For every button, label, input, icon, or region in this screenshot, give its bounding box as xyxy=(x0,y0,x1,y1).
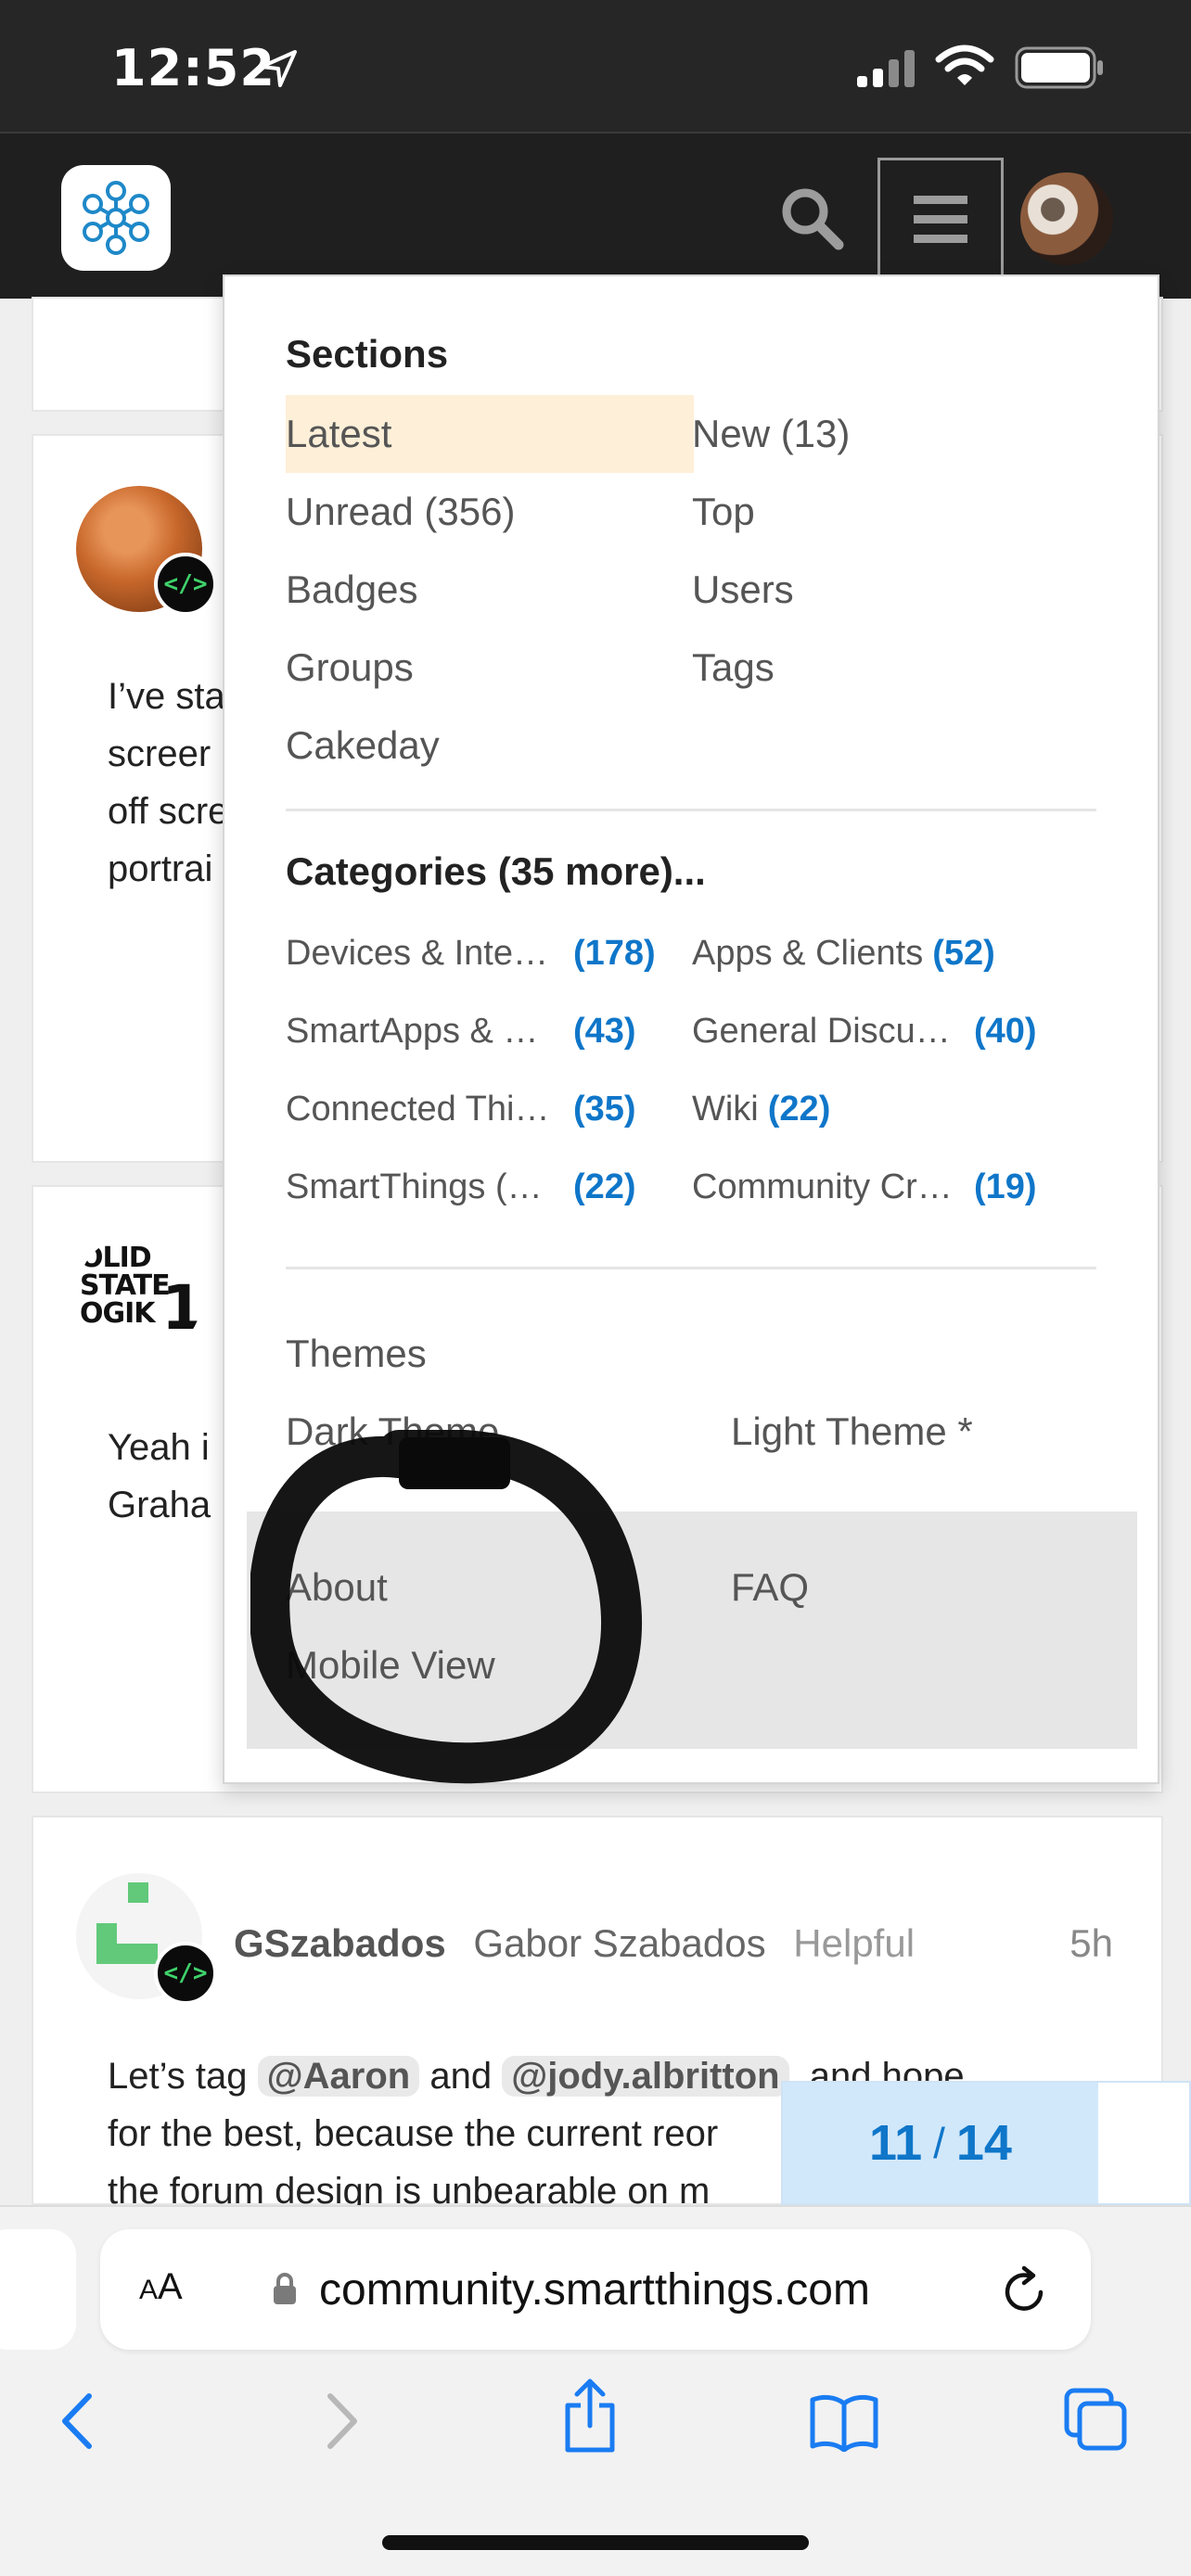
category-count: (52) xyxy=(932,934,995,973)
light-theme-link[interactable]: Light Theme * xyxy=(731,1393,973,1471)
category-count: (43) xyxy=(573,1012,636,1051)
category-name: Wiki xyxy=(692,1090,759,1129)
home-indicator[interactable] xyxy=(382,2535,809,2550)
timeline-separator: / xyxy=(933,2119,945,2167)
category-name: Connected Thi… xyxy=(286,1090,550,1129)
category-link[interactable]: SmartApps & … (43) xyxy=(286,1003,636,1059)
nav-link-unread[interactable]: Unread (356) xyxy=(286,473,515,551)
post-time[interactable]: 5h xyxy=(1069,1921,1113,1966)
category-link[interactable]: Community Cr… (19) xyxy=(692,1159,1037,1215)
nav-link-latest[interactable]: Latest xyxy=(286,395,694,473)
post-meta: GSzabados Gabor Szabados Helpful xyxy=(234,1921,915,1966)
user-avatar[interactable] xyxy=(1020,172,1113,265)
category-count: (178) xyxy=(573,934,656,973)
category-link[interactable]: Apps & Clients (52) xyxy=(692,925,995,981)
category-link[interactable]: Wiki (22) xyxy=(692,1081,830,1137)
category-name: SmartApps & … xyxy=(286,1012,539,1051)
timeline-total: 14 xyxy=(955,2115,1012,2171)
back-icon[interactable] xyxy=(58,2389,98,2454)
category-link[interactable]: Connected Thi… (35) xyxy=(286,1081,636,1137)
hamburger-menu-icon xyxy=(914,196,967,243)
category-link[interactable]: SmartThings (… (22) xyxy=(286,1159,636,1215)
url-text[interactable]: community.smartthings.com xyxy=(319,2264,870,2315)
post-username[interactable]: GSzabados xyxy=(234,1921,446,1965)
categories-heading[interactable]: Categories (35 more)... xyxy=(286,849,706,894)
post-user-title: Helpful xyxy=(793,1921,916,1965)
nav-link-users[interactable]: Users xyxy=(692,551,794,629)
post-text-span: Let’s tag xyxy=(108,2056,248,2097)
category-link[interactable]: Devices & Inte… (178) xyxy=(286,925,656,981)
location-arrow-icon xyxy=(260,50,297,87)
lock-icon xyxy=(274,2273,296,2304)
hamburger-menu-button[interactable] xyxy=(877,158,1004,278)
category-name: General Discu… xyxy=(692,1012,951,1051)
developer-badge-icon: </> xyxy=(154,1942,217,2005)
mention-link[interactable]: @jody.albritton xyxy=(502,2056,789,2097)
menu-divider xyxy=(286,809,1096,811)
battery-icon xyxy=(1015,46,1103,89)
category-name: Community Cr… xyxy=(692,1167,953,1206)
post-avatar[interactable]: OLID STATE OGIK 1 xyxy=(76,1233,202,1359)
status-bar: 12:52 xyxy=(0,0,1191,132)
search-icon[interactable] xyxy=(775,182,850,256)
post-full-name: Gabor Szabados xyxy=(473,1921,766,1965)
category-name: Devices & Inte… xyxy=(286,934,548,973)
site-header xyxy=(0,132,1191,299)
aa-small: A xyxy=(139,2275,159,2305)
category-count: (22) xyxy=(767,1090,831,1129)
signal-icon xyxy=(857,50,915,87)
category-count: (22) xyxy=(573,1167,636,1206)
timeline-label: 11 / 14 xyxy=(783,2083,1098,2203)
nav-link-groups[interactable]: Groups xyxy=(286,629,414,707)
nav-link-badges[interactable]: Badges xyxy=(286,551,417,629)
category-name: Apps & Clients xyxy=(692,934,924,973)
nav-link-top[interactable]: Top xyxy=(692,473,755,551)
category-count: (40) xyxy=(974,1012,1037,1051)
post-text-span: and xyxy=(429,2056,493,2097)
smartthings-logo[interactable] xyxy=(61,165,171,271)
developer-badge-icon: </> xyxy=(154,553,217,616)
category-name: SmartThings (… xyxy=(286,1167,543,1206)
post-progress-timeline[interactable]: 11 / 14 xyxy=(781,2081,1191,2205)
faq-link[interactable]: FAQ xyxy=(731,1549,809,1626)
themes-heading: Themes xyxy=(286,1332,427,1375)
avatar-text: 1 xyxy=(161,1272,202,1344)
menu-divider xyxy=(286,1267,1096,1269)
hand-drawn-circle-annotation xyxy=(250,1430,643,1784)
sections-heading: Sections xyxy=(286,332,449,376)
nav-link-tags[interactable]: Tags xyxy=(692,629,775,707)
reload-icon[interactable] xyxy=(1000,2264,1050,2316)
forward-icon[interactable] xyxy=(321,2389,362,2454)
smartthings-logo-icon xyxy=(83,181,149,255)
avatar-text: OLID xyxy=(80,1242,152,1274)
timeline-current: 11 xyxy=(869,2115,923,2171)
status-time: 12:52 xyxy=(111,39,275,97)
previous-tab-peek[interactable] xyxy=(0,2229,76,2350)
address-bar[interactable]: AA community.smartthings.com xyxy=(100,2229,1091,2350)
aa-large: A xyxy=(158,2266,183,2307)
nav-link-new[interactable]: New (13) xyxy=(692,395,850,473)
reader-options-button[interactable]: AA xyxy=(139,2266,183,2308)
mention-link[interactable]: @Aaron xyxy=(257,2056,420,2097)
bookmarks-icon[interactable] xyxy=(809,2392,879,2452)
share-icon[interactable] xyxy=(560,2378,620,2455)
category-count: (19) xyxy=(974,1167,1037,1206)
browser-bottom-bar: AA community.smartthings.com xyxy=(0,2205,1191,2576)
nav-link-cakeday[interactable]: Cakeday xyxy=(286,707,440,784)
tabs-icon[interactable] xyxy=(1063,2387,1130,2454)
wifi-icon xyxy=(935,45,994,85)
category-count: (35) xyxy=(573,1090,636,1129)
category-link[interactable]: General Discu… (40) xyxy=(692,1003,1037,1059)
